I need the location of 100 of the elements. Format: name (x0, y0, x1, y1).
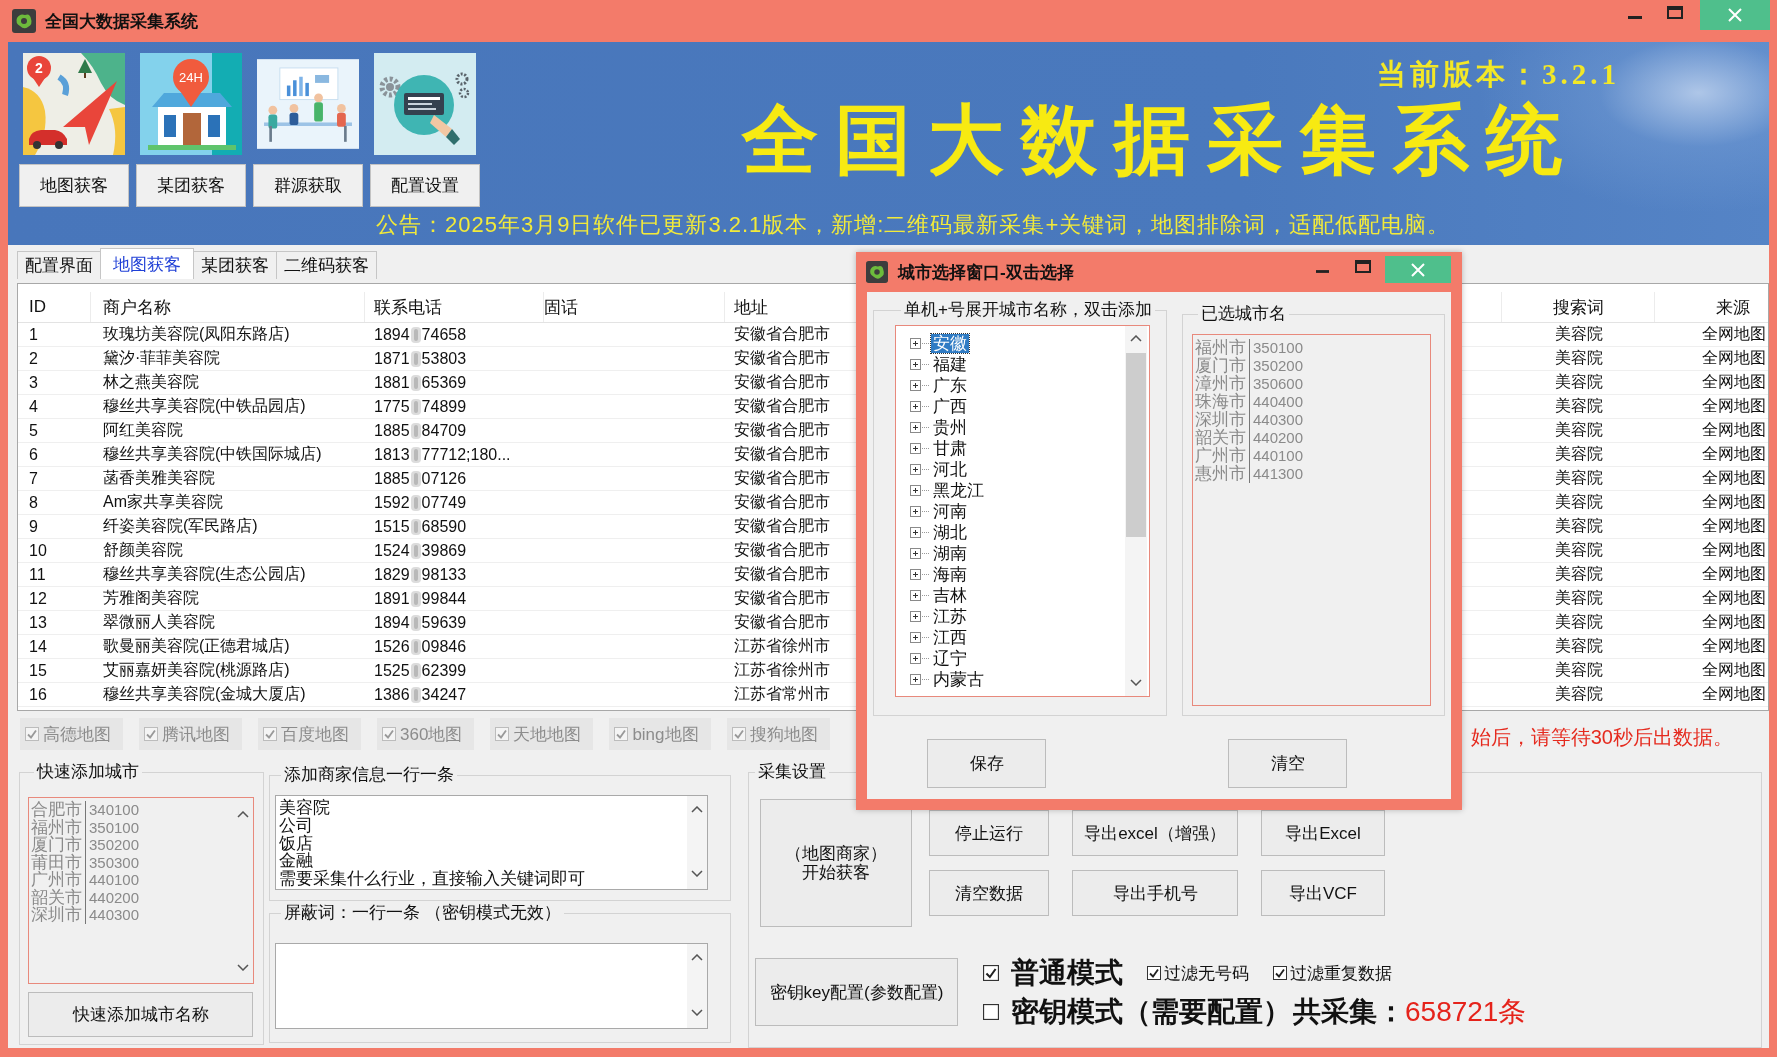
table-cell: 6 (29, 445, 38, 464)
keyword-textarea[interactable]: 美容院 公司 饭店 金融 需要采集什么行业，直接输入关键词即可 (275, 795, 708, 890)
expand-icon[interactable] (910, 464, 921, 475)
dialog-button[interactable]: 清空 (1228, 739, 1347, 788)
tree-item[interactable]: 福建 (931, 355, 969, 374)
tree-item[interactable]: 甘肃 (931, 439, 969, 458)
key-config-button[interactable]: 密钥key配置(参数配置) (755, 958, 958, 1026)
module-button[interactable]: 某团获客 (136, 164, 246, 207)
quick-add-button[interactable]: 快速添加城市名称 (28, 992, 253, 1037)
expand-icon[interactable] (910, 443, 921, 454)
province-tree[interactable]: 安徽 福建 广东 广西 贵州 甘肃 河北 黑龙江 河南 湖北 湖南 海南 吉林 江苏 江西 辽宁 内蒙古 (895, 325, 1150, 697)
scroll-down-icon[interactable] (691, 1009, 703, 1016)
table-cell: 7 (29, 469, 38, 488)
column-header: 搜索词 (1552, 296, 1604, 319)
module-button[interactable]: 配置设置 (370, 164, 480, 207)
expand-icon[interactable] (910, 506, 921, 517)
maximize-icon[interactable] (1355, 260, 1371, 273)
dialog-button[interactable]: 保存 (927, 739, 1046, 788)
expand-icon[interactable] (910, 632, 921, 643)
tree-item[interactable]: 湖南 (931, 544, 969, 563)
expand-icon[interactable] (910, 611, 921, 622)
table-cell-text: 全网地图 (1702, 612, 1766, 632)
tree-item[interactable]: 湖北 (931, 523, 969, 542)
table-cell-text: 全网地图 (1702, 492, 1766, 512)
table-cell-text: 全网地图 (1702, 660, 1766, 680)
tab[interactable]: 地图获客 (100, 248, 194, 279)
phone-digits: 98133 (421, 565, 467, 584)
expand-icon[interactable] (910, 485, 921, 496)
expand-icon[interactable] (910, 569, 921, 580)
scroll-down-icon[interactable] (237, 964, 249, 971)
version-label: 当前版本：3.2.1 (1377, 57, 1620, 91)
table-cell-text: Am家共享美容院 (103, 492, 223, 512)
tree-item[interactable]: 吉林 (931, 586, 969, 605)
table-cell: 15 (29, 661, 47, 680)
expand-icon[interactable] (910, 401, 921, 412)
table-cell: 3 (29, 373, 38, 392)
tree-item[interactable]: 辽宁 (931, 649, 969, 668)
scroll-up-icon[interactable] (237, 811, 249, 818)
action-button[interactable]: 导出excel（增强） (1072, 810, 1238, 856)
tree-item[interactable]: 内蒙古 (931, 670, 986, 689)
expand-icon[interactable] (910, 359, 921, 370)
expand-icon[interactable] (910, 422, 921, 433)
tab[interactable]: 配置界面 (17, 251, 101, 279)
expand-icon[interactable] (910, 527, 921, 538)
table-cell-text: 全网地图 (1702, 444, 1766, 464)
table-cell-text: 穆丝共享美容院(金城大厦店) (103, 684, 306, 704)
tree-item[interactable]: 广东 (931, 376, 969, 395)
expand-icon[interactable] (910, 674, 921, 685)
maximize-icon[interactable] (1667, 6, 1683, 19)
phone-digits: 1526 (374, 637, 410, 656)
tree-item[interactable]: 河南 (931, 502, 969, 521)
expand-icon[interactable] (910, 653, 921, 664)
scroll-up-icon[interactable] (1130, 335, 1142, 342)
table-cell-text: 黛汐·菲菲美容院 (103, 348, 221, 368)
scrollbar[interactable] (1125, 326, 1147, 696)
table-cell-text: 翠微丽人美容院 (103, 612, 215, 632)
mode-checkbox[interactable]: 密钥模式（需要配置） (983, 993, 1291, 1031)
table-cell: 13 (29, 613, 47, 632)
expand-icon[interactable] (910, 548, 921, 559)
start-button[interactable]: （地图商家） 开始获客 (760, 799, 912, 927)
table-cell-text: 江苏省常州市 (734, 684, 830, 704)
group-title: 添加商家信息一行一条 (283, 765, 455, 785)
action-button[interactable]: 停止运行 (929, 810, 1049, 856)
phone-digits: 09846 (421, 637, 467, 656)
action-button[interactable]: 导出Excel (1261, 810, 1385, 856)
redaction-blur-icon (410, 494, 421, 511)
tree-item[interactable]: 广西 (931, 397, 969, 416)
expand-icon[interactable] (910, 338, 921, 349)
table-cell-text: 全网地图 (1702, 372, 1766, 392)
tree-item[interactable]: 安徽 (931, 334, 969, 353)
phone-digits: 1881 (374, 373, 410, 392)
phone-digits: 77712;180... (421, 445, 511, 464)
action-button[interactable]: 导出VCF (1261, 870, 1385, 916)
table-cell-text: 歌曼丽美容院(正德君城店) (103, 636, 290, 656)
scroll-down-icon[interactable] (691, 870, 703, 877)
tree-item[interactable]: 海南 (931, 565, 969, 584)
phone-digits: 1524 (374, 541, 410, 560)
module-button[interactable]: 地图获客 (19, 164, 129, 207)
expand-icon[interactable] (910, 590, 921, 601)
tree-item[interactable]: 江苏 (931, 607, 969, 626)
tab[interactable]: 二维码获客 (276, 251, 377, 279)
action-button[interactable]: 导出手机号 (1072, 870, 1238, 916)
tree-item[interactable]: 江西 (931, 628, 969, 647)
scroll-up-icon[interactable] (691, 954, 703, 961)
tree-item[interactable]: 河北 (931, 460, 969, 479)
filter-checkbox[interactable]: 过滤无号码 (1147, 961, 1249, 985)
expand-icon[interactable] (910, 380, 921, 391)
module-button[interactable]: 群源获取 (253, 164, 363, 207)
scroll-down-icon[interactable] (1130, 679, 1142, 686)
action-button[interactable]: 清空数据 (929, 870, 1049, 916)
scrollbar-thumb[interactable] (1126, 353, 1146, 537)
filter-checkbox[interactable]: 过滤重复数据 (1273, 961, 1392, 985)
tree-item[interactable]: 黑龙江 (931, 481, 986, 500)
app-logo-icon (12, 9, 36, 33)
mode-checkbox[interactable]: 普通模式 (983, 954, 1123, 992)
redaction-blur-icon (410, 518, 421, 535)
table-cell-text: 美容院 (1554, 396, 1603, 416)
tree-item[interactable]: 贵州 (931, 418, 969, 437)
redaction-blur-icon (410, 374, 421, 391)
scroll-up-icon[interactable] (691, 806, 703, 813)
